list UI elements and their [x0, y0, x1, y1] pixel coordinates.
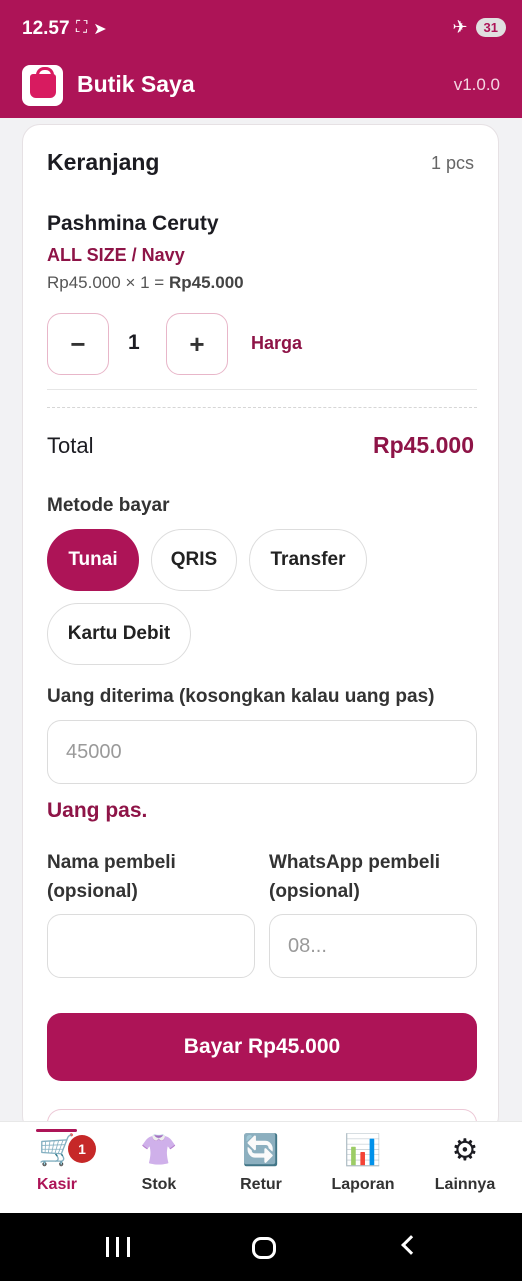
- home-icon[interactable]: [252, 1237, 276, 1259]
- airplane-mode-icon: ✈: [452, 17, 468, 37]
- qty-value: 1: [128, 331, 140, 354]
- shirt-icon: 👚: [140, 1134, 178, 1167]
- subtotal-calc: Rp45.000 × 1 =: [47, 273, 165, 292]
- payment-method-label: Metode bayar: [47, 495, 170, 516]
- bar-chart-icon: 📊: [344, 1134, 382, 1167]
- gear-icon: ⚙: [451, 1134, 479, 1167]
- app-title: Butik Saya: [77, 71, 195, 97]
- cart-count: 1 pcs: [430, 153, 474, 173]
- edit-price-link[interactable]: Harga: [251, 333, 302, 354]
- product-subtotal: Rp45.000 × 1 = Rp45.000: [47, 273, 244, 293]
- screenshot-icon: ⛶: [76, 19, 88, 36]
- recents-icon[interactable]: [106, 1237, 130, 1257]
- nav-label: Retur: [240, 1176, 282, 1193]
- divider: [47, 389, 477, 390]
- system-nav-bar: [0, 1213, 522, 1281]
- nav-label: Kasir: [36, 1176, 78, 1193]
- cash-received-input[interactable]: 45000: [47, 720, 477, 784]
- cart-card: Keranjang 1 pcs Pashmina Ceruty ALL SIZE…: [22, 124, 499, 1149]
- payment-chip-qris[interactable]: QRIS: [151, 529, 237, 591]
- bottom-nav: 🛒 Kasir 1 👚 Stok 🔄 Retur 📊 Laporan ⚙ Lai…: [0, 1121, 522, 1213]
- nav-label: Lainnya: [434, 1176, 496, 1193]
- status-bar: 12.57 ⛶ ➤ ✈ 31: [0, 0, 522, 58]
- product-name: Pashmina Ceruty: [47, 212, 219, 235]
- nav-label: Stok: [141, 1176, 177, 1193]
- app-logo-icon: [22, 65, 63, 106]
- cart-badge: 1: [68, 1135, 96, 1163]
- nav-label: Laporan: [331, 1176, 395, 1193]
- payment-chip-tunai[interactable]: Tunai: [47, 529, 139, 591]
- cart-title: Keranjang: [47, 149, 160, 175]
- exact-change-note: Uang pas.: [47, 799, 148, 822]
- total-value: Rp45.000: [372, 432, 474, 458]
- decrease-qty-button[interactable]: −: [47, 313, 109, 375]
- nav-lainnya[interactable]: ⚙ Lainnya: [420, 1132, 510, 1194]
- telegram-icon: ➤: [93, 21, 107, 38]
- product-variant: ALL SIZE / Navy: [47, 245, 185, 265]
- increase-qty-button[interactable]: +: [166, 313, 228, 375]
- app-bar: Butik Saya v1.0.0: [0, 58, 522, 118]
- buyer-name-input[interactable]: [47, 914, 255, 978]
- cash-received-label: Uang diterima (kosongkan kalau uang pas): [47, 686, 435, 707]
- buyer-whatsapp-input[interactable]: 08...: [269, 914, 477, 978]
- back-icon[interactable]: [401, 1235, 421, 1255]
- pay-button[interactable]: Bayar Rp45.000: [47, 1013, 477, 1081]
- total-label: Total: [47, 433, 94, 458]
- subtotal-value: Rp45.000: [168, 273, 244, 292]
- refresh-icon: 🔄: [242, 1134, 280, 1167]
- status-time: 12.57: [22, 18, 70, 39]
- nav-stok[interactable]: 👚 Stok: [114, 1132, 204, 1194]
- battery-indicator: 31: [475, 18, 506, 37]
- nav-laporan[interactable]: 📊 Laporan: [318, 1132, 408, 1194]
- nav-retur[interactable]: 🔄 Retur: [216, 1132, 306, 1194]
- app-version: v1.0.0: [453, 75, 500, 94]
- buyer-whatsapp-label: WhatsApp pembeli (opsional): [269, 852, 441, 902]
- status-icons: ⛶ ➤: [76, 19, 107, 39]
- payment-chip-debit[interactable]: Kartu Debit: [47, 603, 191, 665]
- buyer-name-label: Nama pembeli (opsional): [47, 852, 176, 902]
- dashed-divider: [47, 407, 477, 408]
- payment-chip-transfer[interactable]: Transfer: [249, 529, 367, 591]
